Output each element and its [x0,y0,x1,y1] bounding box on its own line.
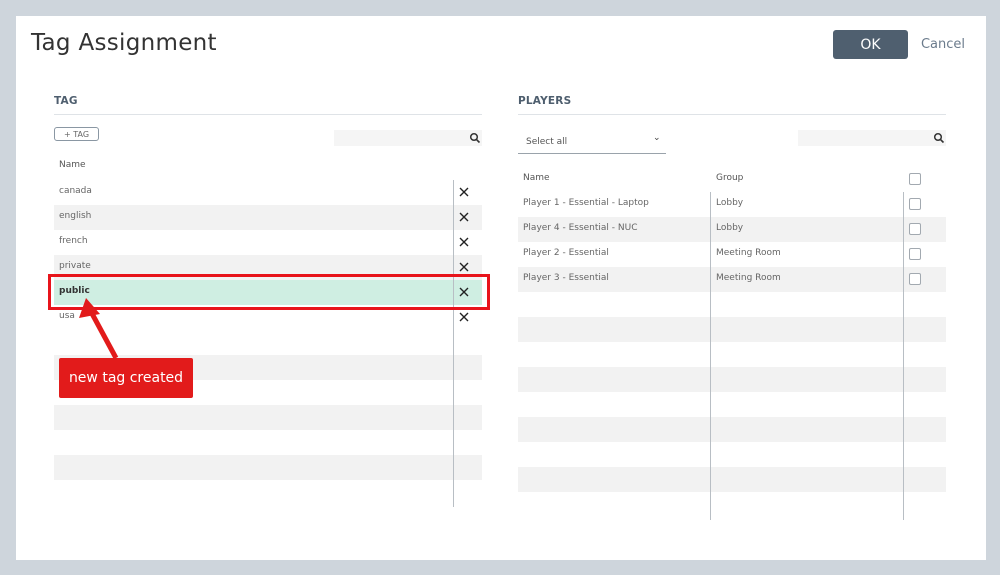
empty-row [518,317,946,342]
player-name: Player 4 - Essential - NUC [523,223,638,233]
ok-button[interactable]: OK [833,30,908,59]
close-icon[interactable] [458,311,470,323]
tag-column-divider [453,180,454,507]
close-icon[interactable] [458,186,470,198]
players-search-input[interactable] [798,130,946,146]
tag-column-name: Name [59,160,86,170]
player-group: Meeting Room [716,273,781,283]
close-icon[interactable] [458,211,470,223]
player-checkbox[interactable] [909,198,921,210]
tag-assignment-dialog: Tag Assignment OK Cancel TAG + TAG Name … [16,16,986,560]
empty-row [518,392,946,417]
player-name: Player 2 - Essential [523,248,609,258]
player-group: Lobby [716,223,744,233]
tag-table: canada english french private public usa [54,180,482,480]
dialog-title: Tag Assignment [31,30,217,56]
tag-row[interactable]: canada [54,180,482,205]
search-icon[interactable] [469,132,481,144]
callout-label: new tag created [59,358,193,398]
select-all-dropdown[interactable]: Select all ⌄ [518,128,666,154]
select-all-checkbox[interactable] [909,173,921,185]
empty-row [518,342,946,367]
empty-row [518,442,946,467]
empty-row [54,330,482,355]
empty-row [54,430,482,455]
empty-row [518,417,946,442]
select-all-label: Select all [526,137,568,147]
empty-row [54,455,482,480]
tag-row[interactable]: english [54,205,482,230]
player-name: Player 1 - Essential - Laptop [523,198,649,208]
player-checkbox[interactable] [909,248,921,260]
highlight-box [48,274,490,310]
search-icon[interactable] [933,132,945,144]
close-icon[interactable] [458,261,470,273]
add-tag-button[interactable]: + TAG [54,127,99,141]
tag-heading-divider [54,114,482,115]
tag-label: canada [59,186,92,196]
player-row[interactable]: Player 1 - Essential - Laptop Lobby [518,192,946,217]
close-icon[interactable] [458,236,470,248]
player-name: Player 3 - Essential [523,273,609,283]
players-column-name: Name [523,173,550,183]
empty-row [518,292,946,317]
empty-row [518,467,946,492]
empty-row [54,405,482,430]
player-checkbox[interactable] [909,273,921,285]
tag-label: french [59,236,88,246]
players-column-group: Group [716,173,744,183]
tag-label: private [59,261,91,271]
players-heading-divider [518,114,946,115]
tag-row[interactable]: french [54,230,482,255]
tag-label: english [59,211,92,221]
players-section-heading: PLAYERS [518,95,572,107]
players-table: Player 1 - Essential - Laptop Lobby Play… [518,192,946,492]
player-group: Meeting Room [716,248,781,258]
players-column-divider [710,192,711,520]
player-row[interactable]: Player 3 - Essential Meeting Room [518,267,946,292]
players-column-divider [903,192,904,520]
empty-row [518,367,946,392]
tag-search-input[interactable] [334,130,482,146]
player-checkbox[interactable] [909,223,921,235]
player-row[interactable]: Player 2 - Essential Meeting Room [518,242,946,267]
tag-section-heading: TAG [54,95,78,107]
player-group: Lobby [716,198,744,208]
player-row[interactable]: Player 4 - Essential - NUC Lobby [518,217,946,242]
tag-label: usa [59,311,75,321]
chevron-down-icon: ⌄ [653,133,661,143]
cancel-button[interactable]: Cancel [913,30,973,59]
